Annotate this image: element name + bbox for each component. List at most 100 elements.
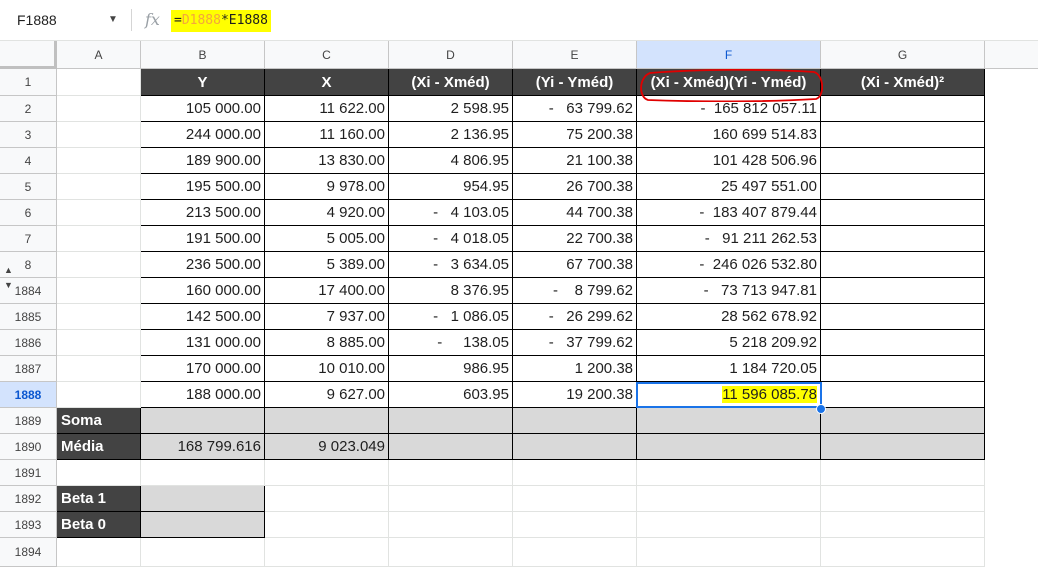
data-cell[interactable]: 75 200.38	[513, 122, 637, 148]
data-cell[interactable]: 25 497 551.00	[637, 174, 821, 200]
data-cell[interactable]: 9 627.00	[265, 382, 389, 408]
column-header-b[interactable]: B	[141, 41, 265, 69]
soma-cell[interactable]	[513, 408, 637, 434]
header-cell[interactable]: X	[265, 69, 389, 96]
row-header[interactable]: 8 ▲	[0, 252, 57, 278]
data-cell[interactable]: 188 000.00	[141, 382, 265, 408]
cell[interactable]	[637, 460, 821, 486]
data-cell[interactable]: - 8 799.62	[513, 278, 637, 304]
data-cell[interactable]	[821, 252, 985, 278]
data-cell[interactable]: 244 000.00	[141, 122, 265, 148]
cell[interactable]	[389, 538, 513, 567]
cell[interactable]	[57, 538, 141, 567]
formula-input[interactable]: =D1888*E1888	[171, 10, 271, 32]
cell[interactable]	[57, 330, 141, 356]
data-cell[interactable]	[821, 278, 985, 304]
data-cell[interactable]	[821, 382, 985, 408]
header-cell[interactable]: (Yi - Yméd)	[513, 69, 637, 96]
soma-cell[interactable]	[389, 408, 513, 434]
data-cell[interactable]	[821, 200, 985, 226]
soma-label[interactable]: Soma	[57, 408, 141, 434]
header-cell[interactable]: (Xi - Xméd)	[389, 69, 513, 96]
soma-cell[interactable]	[265, 408, 389, 434]
data-cell[interactable]: 21 100.38	[513, 148, 637, 174]
cell[interactable]	[637, 538, 821, 567]
data-cell[interactable]: 101 428 506.96	[637, 148, 821, 174]
soma-cell[interactable]	[141, 408, 265, 434]
data-cell[interactable]: 189 900.00	[141, 148, 265, 174]
data-cell[interactable]: 11 622.00	[265, 96, 389, 122]
soma-cell[interactable]	[821, 408, 985, 434]
cell[interactable]	[265, 538, 389, 567]
cell[interactable]	[141, 538, 265, 567]
column-header-d[interactable]: D	[389, 41, 513, 69]
data-cell[interactable]: 26 700.38	[513, 174, 637, 200]
data-cell[interactable]	[821, 304, 985, 330]
cell[interactable]	[821, 538, 985, 567]
data-cell[interactable]: - 4 103.05	[389, 200, 513, 226]
data-cell[interactable]: 22 700.38	[513, 226, 637, 252]
cell[interactable]	[265, 486, 389, 512]
header-cell[interactable]: (Xi - Xméd)²	[821, 69, 985, 96]
cell[interactable]	[821, 486, 985, 512]
cell[interactable]	[57, 304, 141, 330]
data-cell[interactable]: 195 500.00	[141, 174, 265, 200]
data-cell[interactable]: 10 010.00	[265, 356, 389, 382]
row-header[interactable]: 7	[0, 226, 57, 252]
column-header-a[interactable]: A	[57, 41, 141, 69]
data-cell[interactable]: 2 598.95	[389, 96, 513, 122]
data-cell[interactable]: 11 160.00	[265, 122, 389, 148]
data-cell[interactable]: 9 978.00	[265, 174, 389, 200]
select-all-corner[interactable]	[0, 41, 57, 69]
row-header[interactable]: 1892	[0, 486, 57, 512]
cell[interactable]	[57, 69, 141, 96]
data-cell[interactable]: 1 184 720.05	[637, 356, 821, 382]
cell[interactable]	[265, 460, 389, 486]
name-box[interactable]: F1888 ▼	[0, 0, 130, 40]
data-cell[interactable]: 4 806.95	[389, 148, 513, 174]
beta1-value[interactable]	[141, 486, 265, 512]
column-header-g[interactable]: G	[821, 41, 985, 69]
data-cell[interactable]: 67 700.38	[513, 252, 637, 278]
cell[interactable]	[821, 512, 985, 538]
row-header[interactable]: 2	[0, 96, 57, 122]
data-cell[interactable]: 236 500.00	[141, 252, 265, 278]
header-cell[interactable]: Y	[141, 69, 265, 96]
data-cell[interactable]: - 37 799.62	[513, 330, 637, 356]
cell[interactable]	[57, 226, 141, 252]
data-cell[interactable]: 1 200.38	[513, 356, 637, 382]
data-cell[interactable]: 213 500.00	[141, 200, 265, 226]
data-cell[interactable]: 13 830.00	[265, 148, 389, 174]
data-cell[interactable]: 28 562 678.92	[637, 304, 821, 330]
expand-rows-down-icon[interactable]: ▼	[4, 280, 13, 290]
cell[interactable]	[513, 460, 637, 486]
beta0-label[interactable]: Beta 0	[57, 512, 141, 538]
cell[interactable]	[57, 122, 141, 148]
data-cell[interactable]	[821, 122, 985, 148]
data-cell[interactable]: - 91 211 262.53	[637, 226, 821, 252]
data-cell[interactable]: - 246 026 532.80	[637, 252, 821, 278]
cell[interactable]	[57, 382, 141, 408]
media-x[interactable]: 9 023.049	[265, 434, 389, 460]
row-header[interactable]: 1884 ▼	[0, 278, 57, 304]
cell[interactable]	[513, 486, 637, 512]
data-cell[interactable]: 17 400.00	[265, 278, 389, 304]
data-cell[interactable]: 19 200.38	[513, 382, 637, 408]
data-cell[interactable]: 5 218 209.92	[637, 330, 821, 356]
row-header[interactable]: 1888	[0, 382, 57, 408]
row-header[interactable]: 1894	[0, 538, 57, 567]
media-cell[interactable]	[637, 434, 821, 460]
row-header[interactable]: 1891	[0, 460, 57, 486]
cell[interactable]	[821, 460, 985, 486]
row-header[interactable]: 1889	[0, 408, 57, 434]
cell[interactable]	[637, 486, 821, 512]
data-cell[interactable]: 131 000.00	[141, 330, 265, 356]
media-label[interactable]: Média	[57, 434, 141, 460]
cell[interactable]	[57, 174, 141, 200]
data-cell[interactable]: 603.95	[389, 382, 513, 408]
row-header[interactable]: 1887	[0, 356, 57, 382]
data-cell[interactable]: - 1 086.05	[389, 304, 513, 330]
data-cell[interactable]: 44 700.38	[513, 200, 637, 226]
cell[interactable]	[57, 460, 141, 486]
data-cell[interactable]: - 183 407 879.44	[637, 200, 821, 226]
